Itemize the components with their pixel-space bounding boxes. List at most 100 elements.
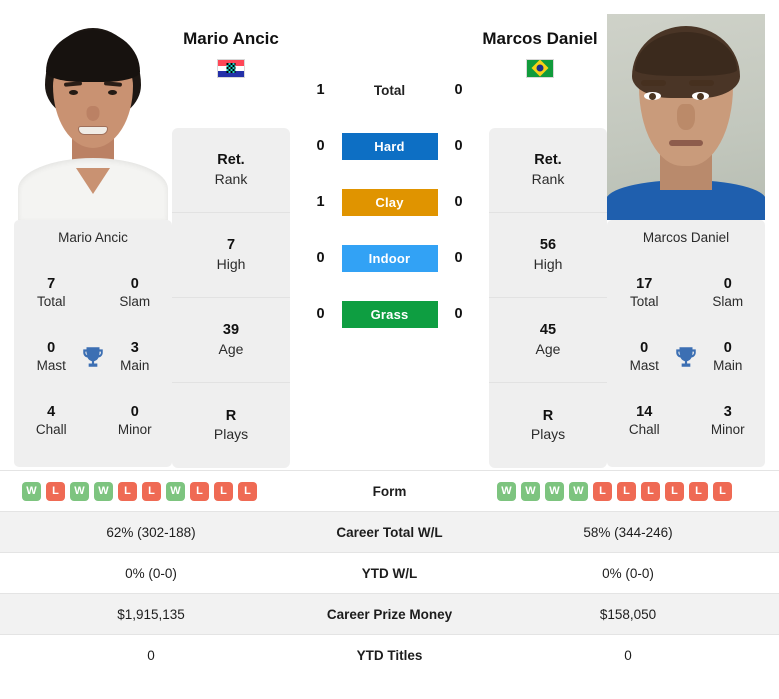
left-titles-row-2: 0 Mast 3 Main (14, 325, 172, 389)
right-high-label: High (533, 255, 563, 272)
trophy-icon (671, 344, 700, 370)
left-titles-total: 7 Total (24, 275, 78, 311)
career-wl-left: 62% (302-188) (0, 511, 302, 553)
form-left-cell: W L W W L L W L L L (0, 471, 302, 512)
right-titles-total-value: 17 (636, 276, 653, 293)
left-titles-main-label: Main (120, 358, 150, 374)
croatia-flag-icon (217, 58, 245, 78)
portrait-hair-front (46, 30, 140, 82)
ytd-wl-right: 0% (0-0) (602, 565, 654, 581)
h2h-grass-label[interactable]: Grass (341, 300, 438, 328)
table-row: 0% (0-0) YTD W/L 0% (0-0) (0, 552, 779, 594)
right-player-photo-caption: Marcos Daniel (607, 220, 765, 255)
right-plays-cell: R Plays (489, 383, 607, 468)
h2h-hard-left: 0 (316, 138, 325, 154)
h2h-clay-right: 0 (454, 194, 463, 210)
right-titles-total: 17 Total (617, 275, 671, 311)
h2h-grass-right: 0 (454, 306, 463, 322)
form-badge: W (166, 481, 185, 501)
h2h-clay-label[interactable]: Clay (341, 188, 438, 216)
h2h-total-left: 1 (316, 82, 325, 98)
form-row-label: Form (372, 483, 407, 499)
career-wl-label: Career Total W/L (302, 511, 477, 553)
right-player-panel: Marcos Daniel 17 Total 0 Slam 0 Mast 0 M… (607, 0, 779, 467)
h2h-row-total: 1 Total 0 (290, 62, 489, 118)
right-titles-mast-value: 0 (640, 340, 649, 357)
left-age-label: Age (218, 340, 244, 357)
right-titles-mast-label: Mast (629, 358, 659, 374)
left-info-column: Ret. Rank 7 High 39 Age R Plays (172, 128, 290, 468)
right-form-badges: W W W W L L L L L L (483, 481, 773, 501)
form-badge: L (118, 481, 137, 501)
left-titles-slam: 0 Slam (108, 275, 162, 311)
right-player-name[interactable]: Marcos Daniel (481, 28, 599, 51)
left-player-name[interactable]: Mario Ancic (172, 28, 290, 51)
left-plays-cell: R Plays (172, 383, 290, 468)
player-comparison-page: Mario Ancic 7 Total 0 Slam 0 Mast 3 Main… (0, 0, 779, 699)
h2h-hard-label[interactable]: Hard (341, 132, 438, 160)
portrait-pupil-left (649, 93, 656, 100)
h2h-total-right: 0 (454, 82, 463, 98)
left-rank-cell: Ret. Rank (172, 128, 290, 213)
portrait-nose (677, 104, 695, 130)
right-rank-cell: Ret. Rank (489, 128, 607, 213)
left-titles-row-3: 4 Chall 0 Minor (14, 389, 172, 453)
right-titles-slam: 0 Slam (701, 275, 755, 311)
h2h-hard-right: 0 (454, 138, 463, 154)
h2h-row-hard: 0 Hard 0 (290, 118, 489, 174)
form-badge: L (190, 481, 209, 501)
comparison-header: Mario Ancic 7 Total 0 Slam 0 Mast 3 Main… (0, 0, 779, 470)
right-rank-value: Ret. (534, 152, 562, 169)
h2h-indoor-right: 0 (454, 250, 463, 266)
left-titles-card: 7 Total 0 Slam 0 Mast 3 Main 4 Chall 0 M… (14, 255, 172, 467)
form-badge: L (689, 481, 708, 501)
portrait-mouth (78, 126, 108, 135)
left-player-photo (14, 14, 172, 220)
form-badge: L (593, 481, 612, 501)
left-titles-total-label: Total (36, 294, 66, 310)
h2h-clay-left: 1 (316, 194, 325, 210)
ytd-titles-left: 0 (147, 647, 155, 663)
ytd-titles-right: 0 (624, 647, 632, 663)
right-titles-main-value: 0 (723, 340, 732, 357)
head-to-head-column: 1 Total 0 0 Hard 0 1 Clay 0 0 Indoor 0 0 (290, 0, 489, 342)
portrait-brow-left (641, 80, 666, 86)
left-rank-label: Rank (214, 170, 248, 187)
form-badge: L (214, 481, 233, 501)
left-age-cell: 39 Age (172, 298, 290, 383)
right-titles-slam-value: 0 (723, 276, 732, 293)
h2h-grass-left: 0 (316, 306, 325, 322)
right-player-photo (607, 14, 765, 220)
right-titles-card: 17 Total 0 Slam 0 Mast 0 Main 14 Chall 3… (607, 255, 765, 467)
right-age-label: Age (535, 340, 561, 357)
stats-table: W L W W L L W L L L Form W W W W L L L L… (0, 470, 779, 676)
form-badge: W (22, 481, 41, 501)
right-titles-chall: 14 Chall (617, 403, 671, 439)
portrait-pupil-right (697, 93, 704, 100)
left-player-panel: Mario Ancic 7 Total 0 Slam 0 Mast 3 Main… (0, 0, 172, 467)
right-plays-value: R (542, 407, 554, 424)
portrait-brow-right (689, 80, 714, 86)
right-titles-mast: 0 Mast (617, 339, 671, 375)
left-player-photo-caption: Mario Ancic (14, 220, 172, 255)
portrait-mouth (669, 140, 703, 146)
left-titles-chall: 4 Chall (24, 403, 78, 439)
right-titles-chall-label: Chall (628, 422, 660, 438)
right-titles-row-2: 0 Mast 0 Main (607, 325, 765, 389)
right-titles-row-1: 17 Total 0 Slam (607, 261, 765, 325)
right-info-column: Ret. Rank 56 High 45 Age R Plays (489, 128, 607, 468)
left-high-label: High (216, 255, 246, 272)
ytd-titles-label: YTD Titles (356, 647, 423, 663)
prize-money-left: $1,915,135 (0, 593, 302, 635)
right-plays-label: Plays (530, 426, 566, 443)
left-titles-main: 3 Main (108, 339, 162, 375)
right-high-cell: 56 High (489, 213, 607, 298)
table-row: $1,915,135 Career Prize Money $158,050 (0, 593, 779, 635)
left-titles-total-value: 7 (47, 276, 56, 293)
left-titles-chall-value: 4 (47, 404, 56, 421)
right-player-name-block: Marcos Daniel (481, 28, 599, 78)
brazil-flag-icon (526, 58, 554, 78)
right-rank-label: Rank (531, 170, 565, 187)
form-badge: L (665, 481, 684, 501)
h2h-indoor-label[interactable]: Indoor (341, 244, 438, 272)
